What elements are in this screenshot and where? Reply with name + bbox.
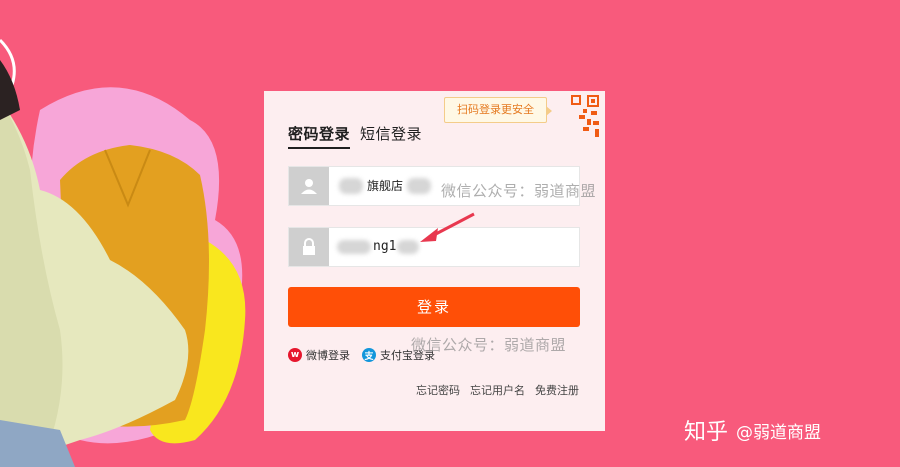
password-value: ng1 <box>373 239 397 254</box>
alipay-icon: 支 <box>362 348 376 362</box>
redacted-text <box>337 240 371 254</box>
footer-links: 忘记密码 忘记用户名 免费注册 <box>416 382 579 398</box>
redacted-text <box>407 178 431 194</box>
forgot-username-link[interactable]: 忘记用户名 <box>470 382 525 398</box>
watermark-text: 微信公众号：弱道商盟 <box>411 336 567 354</box>
login-button[interactable]: 登录 <box>288 287 580 327</box>
weibo-icon: w <box>288 348 302 362</box>
user-icon <box>289 167 329 205</box>
register-link[interactable]: 免费注册 <box>535 382 579 398</box>
weibo-login-link[interactable]: w 微博登录 <box>288 347 350 363</box>
qr-login-tip[interactable]: 扫码登录更安全 <box>444 97 552 123</box>
tab-password-login[interactable]: 密码登录 <box>288 123 351 149</box>
username-value: 旗舰店 <box>367 179 404 193</box>
source-watermark: 知乎 @弱道商盟 <box>684 414 821 446</box>
zhihu-logo-text: 知乎 <box>684 420 729 445</box>
redacted-text <box>339 178 363 194</box>
watermark-text: 微信公众号：弱道商盟 <box>441 182 597 200</box>
qr-code-icon[interactable] <box>553 93 601 141</box>
lock-icon <box>289 228 329 266</box>
forgot-password-link[interactable]: 忘记密码 <box>416 382 460 398</box>
weibo-login-label: 微博登录 <box>306 349 350 362</box>
account-name: @弱道商盟 <box>736 422 822 443</box>
login-card: 扫码登录更安全 密码登录 短信登录 旗舰店 ng1 登录 w 微博登录 支 支付… <box>264 91 605 431</box>
annotation-arrow-icon <box>420 212 475 242</box>
tab-sms-login[interactable]: 短信登录 <box>360 123 422 144</box>
